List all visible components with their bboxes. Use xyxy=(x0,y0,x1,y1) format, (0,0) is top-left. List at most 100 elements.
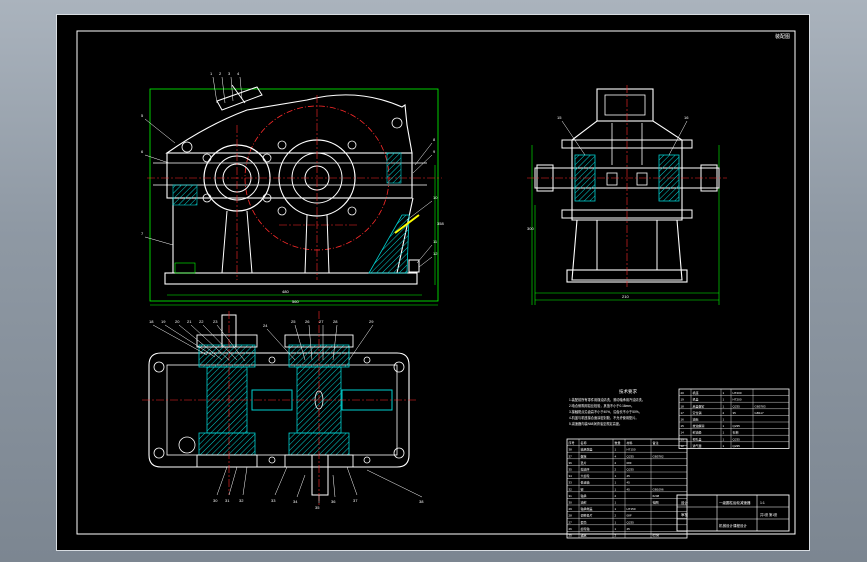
svg-text:358: 358 xyxy=(437,221,444,226)
callout-4: 4 xyxy=(237,71,240,76)
tech-requirements: 技术要求 1.装配前所有零件用煤油清洗，滚动轴承用汽油清洗。 2.啮合侧隙用铅丝… xyxy=(569,388,645,426)
parts-upper-cell: 14 xyxy=(681,431,685,435)
parts-upper-cell: 通气器 xyxy=(693,443,702,448)
parts-cell: 29 xyxy=(569,507,573,511)
parts-cell: 6206 xyxy=(653,534,660,538)
assembly-drawing: 装配图 480 560 358 1 2 3 4 5 6 7 8 9 10 11 … xyxy=(76,30,796,539)
parts-upper-cell: 放油螺塞 xyxy=(693,423,705,428)
parts-upper-cell: 1 xyxy=(723,431,725,435)
parts-cell: 45 xyxy=(627,527,631,531)
svg-text:20: 20 xyxy=(175,319,180,324)
parts-cell: 毡圈 xyxy=(653,500,659,505)
front-view: 480 560 358 1 2 3 4 5 6 7 8 9 10 11 12 xyxy=(141,71,444,306)
parts-upper-cell: 油标 xyxy=(693,417,699,422)
parts-upper-cell: 1 xyxy=(723,437,725,441)
parts-cell: 挡油环 xyxy=(581,467,590,472)
parts-upper-cell: 1 xyxy=(723,391,725,395)
svg-text:30: 30 xyxy=(213,498,218,503)
parts-cell: 齿轮轴 xyxy=(581,526,590,531)
svg-text:35: 35 xyxy=(315,505,320,510)
parts-cell: 轴承 xyxy=(581,493,587,498)
svg-text:31: 31 xyxy=(225,498,230,503)
parts-cell: 备注 xyxy=(653,440,659,445)
parts-cell: 26 xyxy=(569,527,573,531)
parts-cell: 1 xyxy=(615,507,617,511)
svg-text:22: 22 xyxy=(199,319,204,324)
parts-upper-cell: 20 xyxy=(681,391,685,395)
callout-3: 3 xyxy=(228,71,231,76)
side-view: 210 300 15 16 xyxy=(527,85,727,305)
parts-cell: 25 xyxy=(569,534,573,538)
parts-cell: 45 xyxy=(627,474,631,478)
parts-cell: HT150 xyxy=(627,448,636,452)
parts-cell: 大齿轮 xyxy=(581,473,590,478)
callout-9: 9 xyxy=(433,149,436,154)
parts-cell: 34 xyxy=(569,474,573,478)
parts-cell: 垫片 xyxy=(581,460,587,465)
parts-cell: 32 xyxy=(569,487,573,491)
svg-text:设计: 设计 xyxy=(681,500,689,505)
svg-text:480: 480 xyxy=(282,289,289,294)
parts-cell: 序号 xyxy=(569,440,575,445)
parts-upper-cell: 15 xyxy=(681,424,685,428)
parts-cell: 28 xyxy=(569,514,573,518)
parts-cell: Q235 xyxy=(627,454,635,458)
svg-text:28: 28 xyxy=(333,319,338,324)
parts-upper-cell: Q235 xyxy=(733,444,741,448)
parts-upper-cell: 机座 xyxy=(693,390,699,395)
callout-6: 6 xyxy=(141,149,144,154)
parts-cell: 1 xyxy=(615,487,617,491)
parts-upper-cell: Q235 xyxy=(733,424,741,428)
svg-text:18: 18 xyxy=(149,319,154,324)
parts-upper-cell: 2 xyxy=(723,411,725,415)
svg-text:560: 560 xyxy=(292,299,299,304)
parts-cell: GB5782 xyxy=(653,454,664,458)
title-block-name: 一级圆柱齿轮减速器 xyxy=(719,500,751,505)
parts-cell: 08F xyxy=(627,461,632,465)
parts-cell: 37 xyxy=(569,454,573,458)
parts-upper-cell: 1 xyxy=(723,404,725,408)
svg-text:审核: 审核 xyxy=(681,512,689,517)
parts-cell: 2 xyxy=(615,461,617,465)
callout-12: 12 xyxy=(433,251,438,256)
parts-upper-cell: 18 xyxy=(681,404,685,408)
parts-upper-cell: HT200 xyxy=(733,398,742,402)
parts-cell: 33 xyxy=(569,481,573,485)
callout-8: 8 xyxy=(433,137,436,142)
svg-text:38: 38 xyxy=(419,499,424,504)
parts-upper-cell: 35 xyxy=(733,411,737,415)
parts-upper-cell: 机盖 xyxy=(693,397,699,402)
cad-viewport[interactable]: 装配图 480 560 358 1 2 3 4 5 6 7 8 9 10 11 … xyxy=(56,14,810,551)
parts-upper-cell: Q235 xyxy=(733,437,741,441)
svg-text:27: 27 xyxy=(319,319,324,324)
callout-11: 11 xyxy=(433,239,438,244)
svg-text:26: 26 xyxy=(305,319,310,324)
parts-cell: Q235 xyxy=(627,468,635,472)
parts-cell: 套筒 xyxy=(581,519,587,524)
svg-text:21: 21 xyxy=(187,319,192,324)
svg-text:5.减速器内装N68润滑油至规定高度。: 5.减速器内装N68润滑油至规定高度。 xyxy=(569,421,622,426)
parts-cell: 27 xyxy=(569,520,573,524)
svg-text:25: 25 xyxy=(291,319,296,324)
svg-text:29: 29 xyxy=(369,319,374,324)
parts-cell: 名称 xyxy=(581,440,587,445)
svg-text:33: 33 xyxy=(271,498,276,503)
parts-upper-cell: 17 xyxy=(681,411,685,415)
svg-text:机械设计课程设计: 机械设计课程设计 xyxy=(719,523,747,528)
svg-text:24: 24 xyxy=(263,323,268,328)
parts-upper-cell: 石棉 xyxy=(733,430,739,435)
parts-upper-cell: 定位销 xyxy=(693,410,702,415)
parts-cell: 6208 xyxy=(653,494,660,498)
svg-text:1:1: 1:1 xyxy=(760,501,765,505)
svg-text:210: 210 xyxy=(622,294,629,299)
parts-table: 序号 名称 数量 材料 备注 38 轴承端盖 1 HT150 37 螺栓 4 Q235 GB5782 36 垫… xyxy=(566,438,688,539)
parts-upper-cell: 12 xyxy=(681,444,685,448)
parts-cell: 2 xyxy=(615,514,617,518)
parts-upper-cell: 1 xyxy=(723,398,725,402)
parts-cell: 轴承 xyxy=(581,533,587,538)
svg-text:共1张 第1张: 共1张 第1张 xyxy=(760,512,778,517)
parts-cell: 08F xyxy=(627,514,632,518)
callout-10: 10 xyxy=(433,195,438,200)
parts-upper-cell: 1 xyxy=(723,424,725,428)
parts-cell: 键 xyxy=(581,486,584,491)
